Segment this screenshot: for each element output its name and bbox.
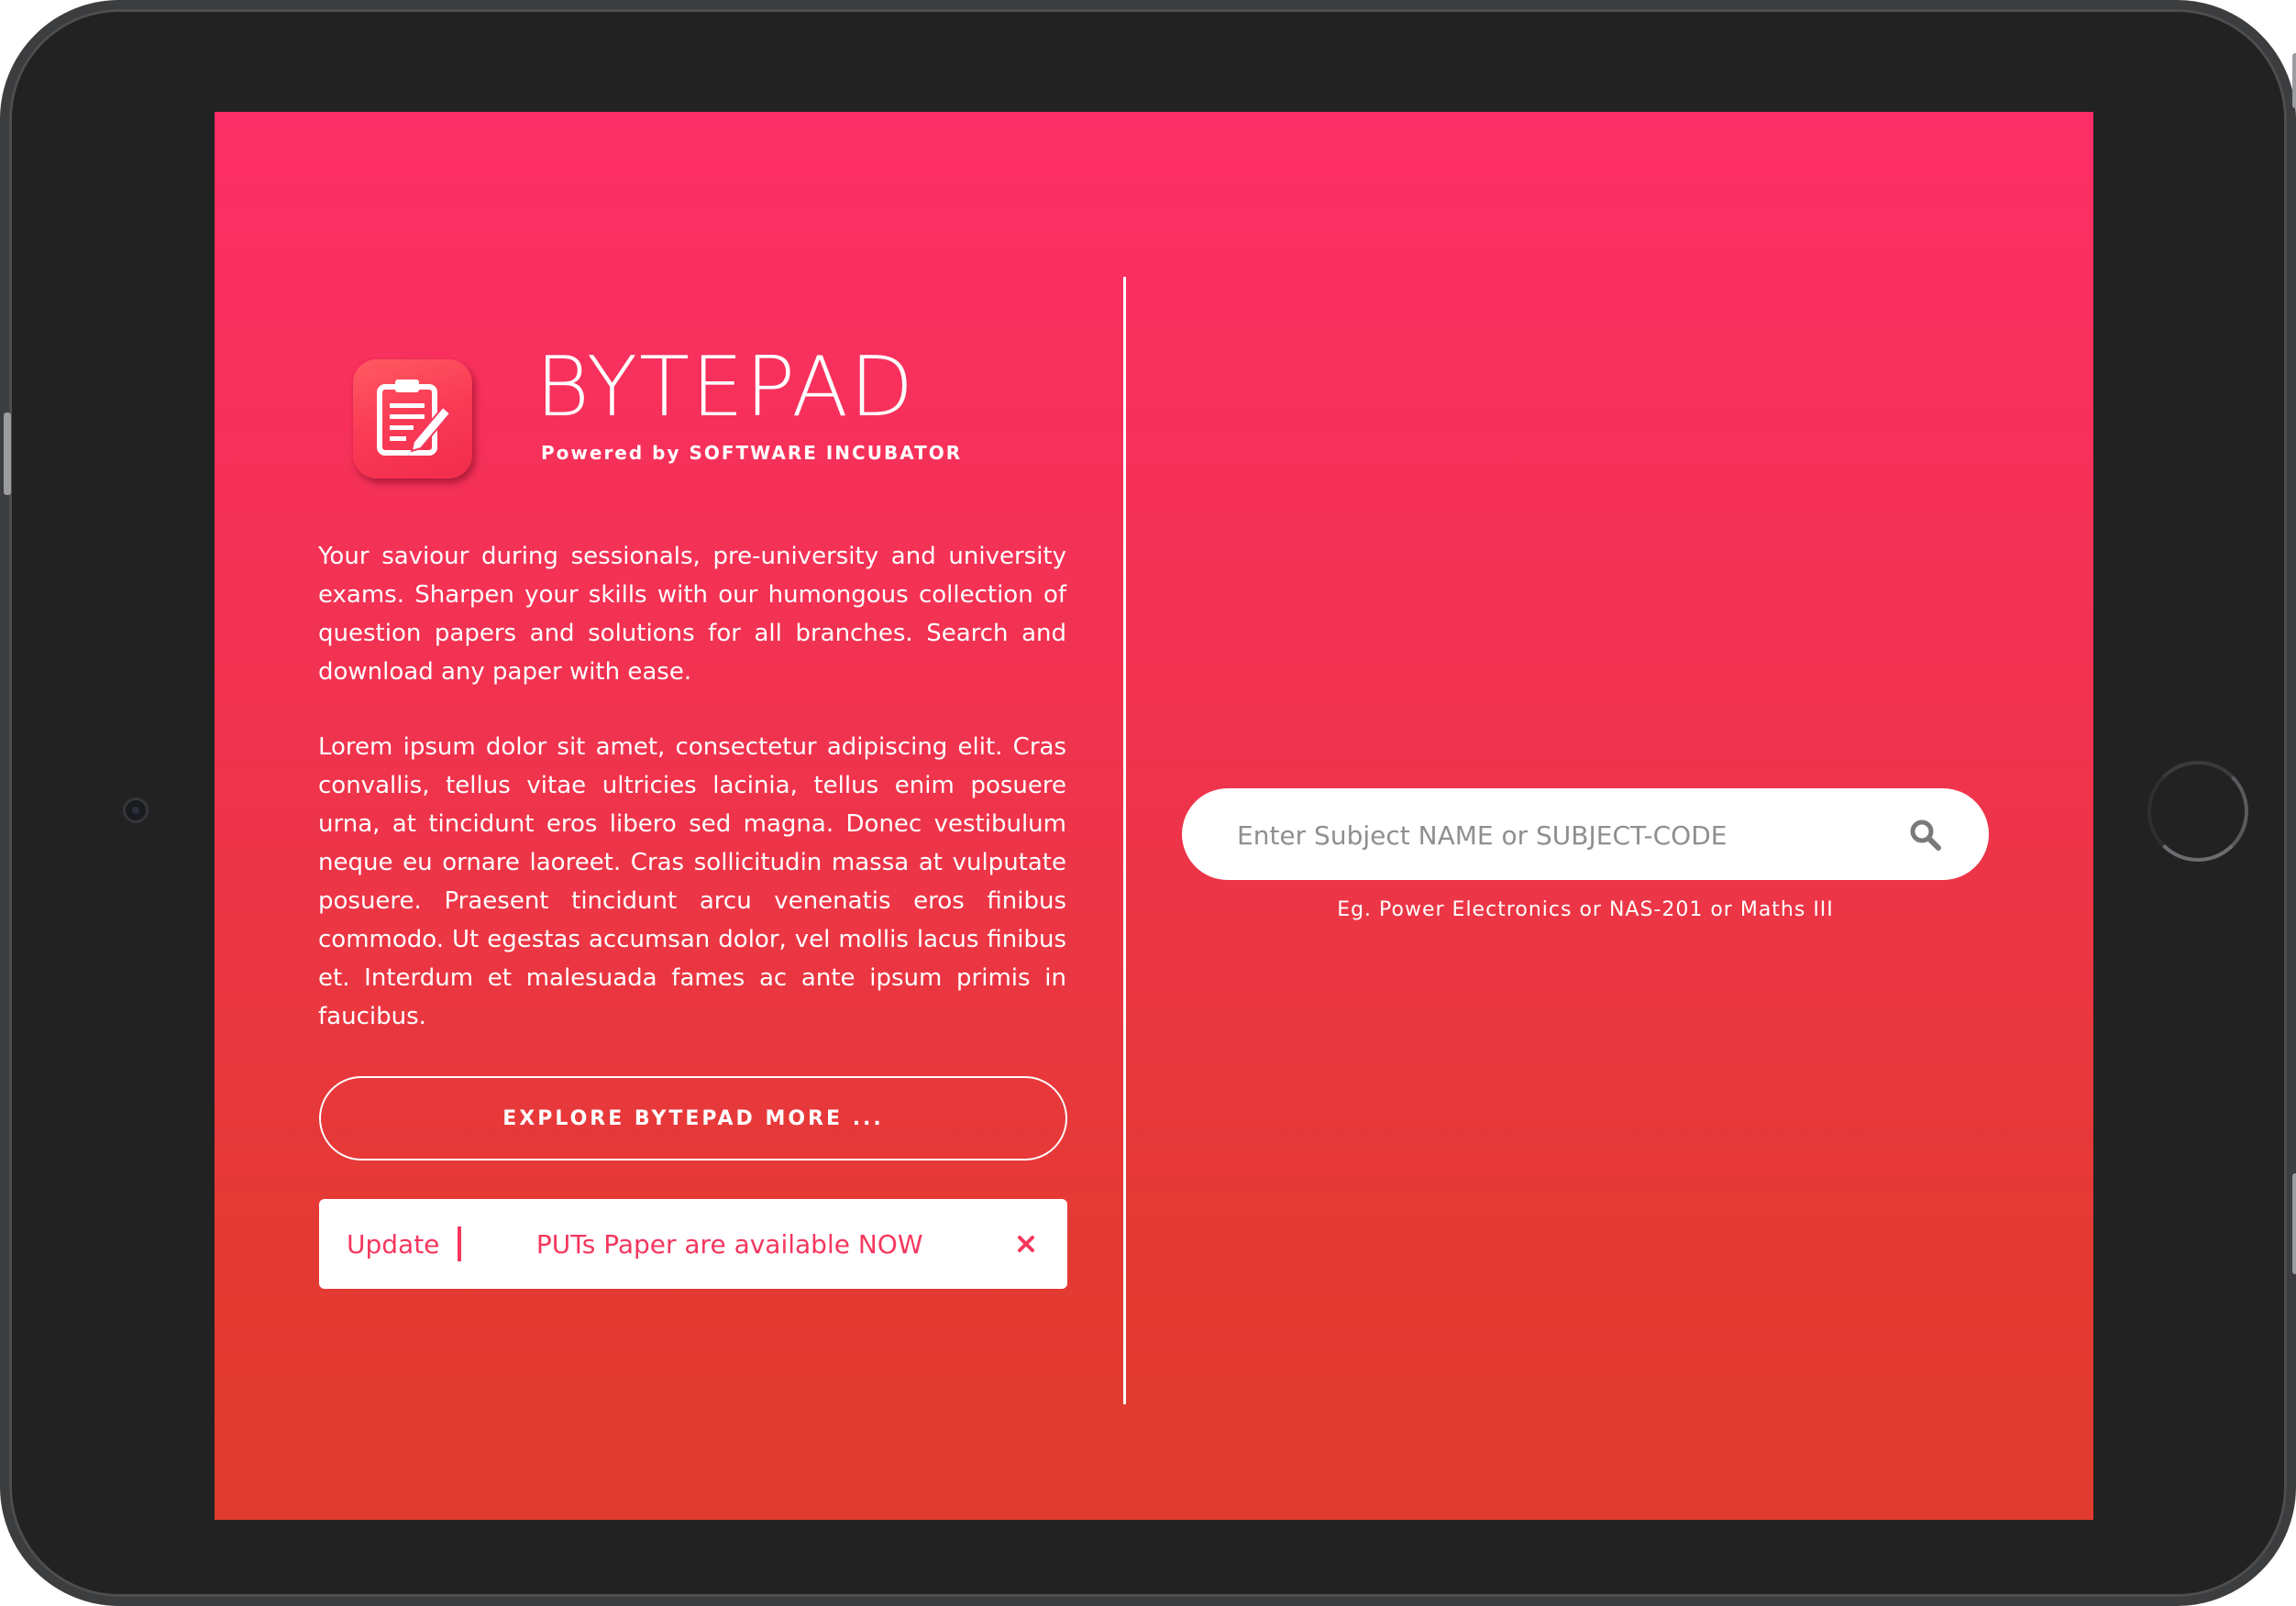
- clipboard-edit-icon: [353, 359, 472, 478]
- subtitle-org: SOFTWARE INCUBATOR: [689, 442, 963, 464]
- search-box: [1182, 788, 1989, 882]
- search-hint: Eg. Power Electronics or NAS-201 or Math…: [1337, 898, 1834, 921]
- panel-divider: [1123, 277, 1126, 1404]
- subtitle-prefix: Powered by: [541, 442, 681, 464]
- app-subtitle: Powered by SOFTWARE INCUBATOR: [541, 442, 962, 464]
- update-message: PUTs Paper are available NOW: [535, 1228, 923, 1260]
- intro-paragraph-1: Your saviour during sessionals, pre-univ…: [318, 543, 1066, 686]
- side-button-right-bottom: [2292, 1173, 2296, 1274]
- side-button-top: [4, 412, 11, 495]
- explore-button[interactable]: EXPLORE BYTEPAD MORE ...: [319, 1076, 1067, 1160]
- update-bar: Update PUTs Paper are available NOW: [319, 1199, 1067, 1289]
- side-button-right-top: [2292, 53, 2296, 108]
- home-button[interactable]: [2147, 761, 2248, 862]
- intro-paragraph-2: Lorem ipsum dolor sit amet, consectetur …: [318, 733, 1066, 1030]
- search-input[interactable]: [1235, 788, 1899, 882]
- update-label: Update: [347, 1228, 440, 1260]
- close-icon[interactable]: [1016, 1234, 1036, 1254]
- app-screen: BYTEPAD Powered by SOFTWARE INCUBATOR Yo…: [215, 112, 2093, 1520]
- app-title: BYTEPAD: [535, 339, 916, 435]
- tablet-frame: BYTEPAD Powered by SOFTWARE INCUBATOR Yo…: [0, 0, 2296, 1606]
- search-icon[interactable]: [1908, 818, 1943, 852]
- front-camera: [123, 798, 149, 823]
